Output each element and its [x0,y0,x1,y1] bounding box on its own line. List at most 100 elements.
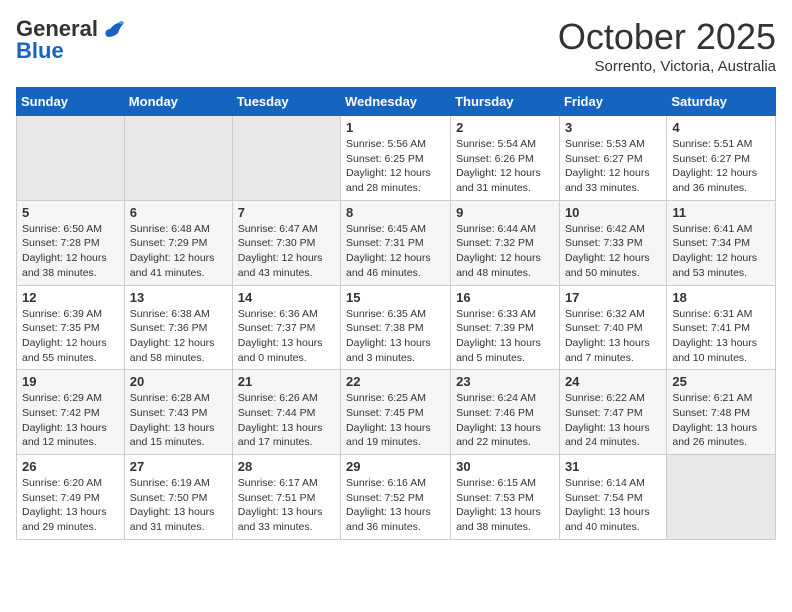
day-info: Sunrise: 6:35 AM Sunset: 7:38 PM Dayligh… [346,307,445,366]
month-year-title: October 2025 [558,16,776,58]
day-info: Sunrise: 5:54 AM Sunset: 6:26 PM Dayligh… [456,137,554,196]
calendar-cell: 24 Sunrise: 6:22 AM Sunset: 7:47 PM Dayli… [559,370,666,455]
day-number: 8 [346,205,445,220]
day-info: Sunrise: 6:48 AM Sunset: 7:29 PM Dayligh… [130,222,227,281]
day-info: Sunrise: 6:21 AM Sunset: 7:48 PM Dayligh… [672,391,770,450]
calendar-cell: 9 Sunrise: 6:44 AM Sunset: 7:32 PM Daylig… [451,200,560,285]
header-sunday: Sunday [17,88,125,116]
day-number: 10 [565,205,661,220]
calendar-cell: 22 Sunrise: 6:25 AM Sunset: 7:45 PM Dayli… [341,370,451,455]
calendar-cell: 3 Sunrise: 5:53 AM Sunset: 6:27 PM Daylig… [559,116,666,201]
day-info: Sunrise: 6:45 AM Sunset: 7:31 PM Dayligh… [346,222,445,281]
title-block: October 2025 Sorrento, Victoria, Austral… [558,16,776,75]
calendar-cell: 14 Sunrise: 6:36 AM Sunset: 7:37 PM Dayli… [232,285,340,370]
calendar-cell: 30 Sunrise: 6:15 AM Sunset: 7:53 PM Dayli… [451,455,560,540]
day-info: Sunrise: 6:32 AM Sunset: 7:40 PM Dayligh… [565,307,661,366]
day-number: 24 [565,374,661,389]
calendar-cell: 7 Sunrise: 6:47 AM Sunset: 7:30 PM Daylig… [232,200,340,285]
day-number: 5 [22,205,119,220]
day-info: Sunrise: 6:17 AM Sunset: 7:51 PM Dayligh… [238,476,335,535]
header-saturday: Saturday [667,88,776,116]
day-number: 3 [565,120,661,135]
day-number: 7 [238,205,335,220]
day-number: 15 [346,290,445,305]
day-info: Sunrise: 5:51 AM Sunset: 6:27 PM Dayligh… [672,137,770,196]
calendar-cell: 5 Sunrise: 6:50 AM Sunset: 7:28 PM Daylig… [17,200,125,285]
calendar-cell: 4 Sunrise: 5:51 AM Sunset: 6:27 PM Daylig… [667,116,776,201]
calendar-cell [232,116,340,201]
calendar-cell: 13Sunrise: 6:38 AM Sunset: 7:36 PM Dayli… [124,285,232,370]
day-number: 11 [672,205,770,220]
day-number: 26 [22,459,119,474]
calendar-cell: 28Sunrise: 6:17 AM Sunset: 7:51 PM Dayli… [232,455,340,540]
calendar-cell: 8 Sunrise: 6:45 AM Sunset: 7:31 PM Daylig… [341,200,451,285]
day-number: 20 [130,374,227,389]
calendar-cell: 16 Sunrise: 6:33 AM Sunset: 7:39 PM Dayli… [451,285,560,370]
calendar-header-row: Sunday Monday Tuesday Wednesday Thursday… [17,88,776,116]
calendar-cell: 19 Sunrise: 6:29 AM Sunset: 7:42 PM Dayli… [17,370,125,455]
calendar-cell: 25Sunrise: 6:21 AM Sunset: 7:48 PM Dayli… [667,370,776,455]
day-number: 1 [346,120,445,135]
day-number: 21 [238,374,335,389]
day-number: 22 [346,374,445,389]
calendar-cell: 10 Sunrise: 6:42 AM Sunset: 7:33 PM Dayli… [559,200,666,285]
calendar-week-row: 5 Sunrise: 6:50 AM Sunset: 7:28 PM Daylig… [17,200,776,285]
day-number: 4 [672,120,770,135]
day-info: Sunrise: 6:20 AM Sunset: 7:49 PM Dayligh… [22,476,119,535]
logo-blue-text: Blue [16,38,64,64]
day-info: Sunrise: 6:39 AM Sunset: 7:35 PM Dayligh… [22,307,119,366]
calendar-week-row: 26 Sunrise: 6:20 AM Sunset: 7:49 PM Dayli… [17,455,776,540]
calendar-cell: 6 Sunrise: 6:48 AM Sunset: 7:29 PM Daylig… [124,200,232,285]
day-number: 2 [456,120,554,135]
logo-bird-icon [102,19,124,39]
day-info: Sunrise: 6:42 AM Sunset: 7:33 PM Dayligh… [565,222,661,281]
day-info: Sunrise: 5:53 AM Sunset: 6:27 PM Dayligh… [565,137,661,196]
day-info: Sunrise: 6:15 AM Sunset: 7:53 PM Dayligh… [456,476,554,535]
day-info: Sunrise: 6:31 AM Sunset: 7:41 PM Dayligh… [672,307,770,366]
calendar-cell: 20Sunrise: 6:28 AM Sunset: 7:43 PM Dayli… [124,370,232,455]
header-friday: Friday [559,88,666,116]
calendar-cell: 31Sunrise: 6:14 AM Sunset: 7:54 PM Dayli… [559,455,666,540]
day-number: 19 [22,374,119,389]
day-number: 27 [130,459,227,474]
day-info: Sunrise: 6:33 AM Sunset: 7:39 PM Dayligh… [456,307,554,366]
calendar-cell: 1 Sunrise: 5:56 AM Sunset: 6:25 PM Daylig… [341,116,451,201]
calendar-cell: 18 Sunrise: 6:31 AM Sunset: 7:41 PM Dayli… [667,285,776,370]
calendar-week-row: 19 Sunrise: 6:29 AM Sunset: 7:42 PM Dayli… [17,370,776,455]
calendar-cell: 27 Sunrise: 6:19 AM Sunset: 7:50 PM Dayli… [124,455,232,540]
day-info: Sunrise: 6:44 AM Sunset: 7:32 PM Dayligh… [456,222,554,281]
calendar-cell: 2 Sunrise: 5:54 AM Sunset: 6:26 PM Daylig… [451,116,560,201]
day-info: Sunrise: 6:25 AM Sunset: 7:45 PM Dayligh… [346,391,445,450]
day-number: 16 [456,290,554,305]
location-subtitle: Sorrento, Victoria, Australia [558,58,776,75]
day-number: 9 [456,205,554,220]
day-info: Sunrise: 6:36 AM Sunset: 7:37 PM Dayligh… [238,307,335,366]
day-number: 29 [346,459,445,474]
day-number: 6 [130,205,227,220]
calendar-cell: 11Sunrise: 6:41 AM Sunset: 7:34 PM Dayli… [667,200,776,285]
logo: General Blue [16,16,124,64]
day-info: Sunrise: 6:47 AM Sunset: 7:30 PM Dayligh… [238,222,335,281]
calendar-cell [124,116,232,201]
calendar-cell: 29Sunrise: 6:16 AM Sunset: 7:52 PM Dayli… [341,455,451,540]
calendar-cell [667,455,776,540]
calendar-cell: 12Sunrise: 6:39 AM Sunset: 7:35 PM Dayli… [17,285,125,370]
day-info: Sunrise: 6:22 AM Sunset: 7:47 PM Dayligh… [565,391,661,450]
page-header: General Blue October 2025 Sorrento, Vict… [16,16,776,75]
day-info: Sunrise: 6:19 AM Sunset: 7:50 PM Dayligh… [130,476,227,535]
day-info: Sunrise: 6:50 AM Sunset: 7:28 PM Dayligh… [22,222,119,281]
day-number: 23 [456,374,554,389]
calendar-cell: 21Sunrise: 6:26 AM Sunset: 7:44 PM Dayli… [232,370,340,455]
day-number: 17 [565,290,661,305]
day-info: Sunrise: 6:29 AM Sunset: 7:42 PM Dayligh… [22,391,119,450]
day-number: 31 [565,459,661,474]
calendar-cell: 17 Sunrise: 6:32 AM Sunset: 7:40 PM Dayli… [559,285,666,370]
calendar-table: Sunday Monday Tuesday Wednesday Thursday… [16,87,776,540]
day-number: 14 [238,290,335,305]
day-number: 30 [456,459,554,474]
day-number: 18 [672,290,770,305]
day-info: Sunrise: 5:56 AM Sunset: 6:25 PM Dayligh… [346,137,445,196]
header-tuesday: Tuesday [232,88,340,116]
header-thursday: Thursday [451,88,560,116]
calendar-cell [17,116,125,201]
